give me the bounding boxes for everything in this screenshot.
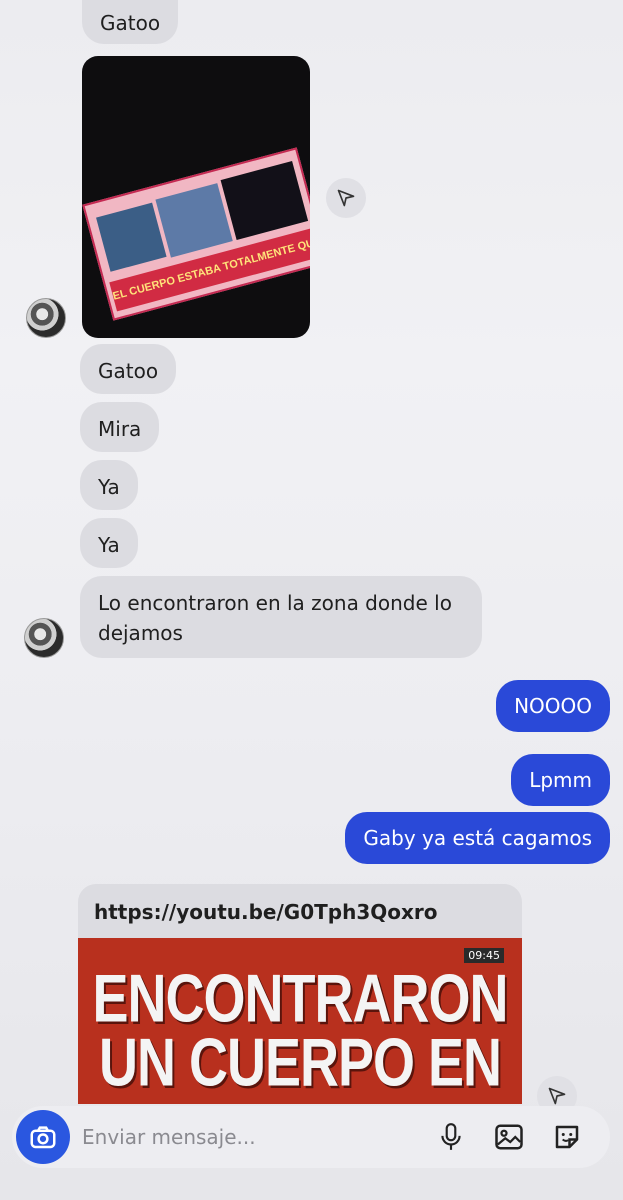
tv-screen-image: EL CUERPO ESTABA TOTALMENTE QUEMADO — [82, 147, 310, 321]
message-text: NOOOO — [514, 694, 592, 718]
message-bubble-outgoing[interactable]: Lpmm — [511, 754, 610, 806]
message-bubble-incoming[interactable]: Mira — [80, 402, 160, 452]
message-bubble-incoming[interactable]: Gatoo — [80, 344, 177, 394]
video-thumbnail[interactable]: 09:45 ENCONTRARON UN CUERPO EN — [78, 938, 522, 1104]
message-text: Gaby ya está cagamos — [363, 826, 592, 850]
camera-button[interactable] — [16, 1110, 70, 1164]
gallery-button[interactable] — [494, 1122, 524, 1152]
message-text: Mira — [98, 417, 142, 441]
message-bubble-incoming[interactable]: Gatoo — [82, 0, 179, 44]
message-input[interactable]: Enviar mensaje... — [82, 1125, 256, 1149]
chat-screen: Gatoo EL CUERPO ESTABA TOTALMENTE QUEMAD… — [0, 0, 623, 1200]
microphone-icon — [441, 1123, 461, 1150]
message-text: Lpmm — [529, 768, 592, 792]
message-bubble-incoming[interactable]: Lo encontraron en la zona donde lo dejam… — [80, 576, 482, 658]
message-text: Ya — [98, 533, 120, 557]
message-text: Gatoo — [98, 359, 159, 383]
share-photo-button[interactable] — [326, 178, 366, 218]
gallery-icon — [495, 1124, 523, 1150]
link-preview-card[interactable]: https://youtu.be/G0Tph3Qoxro 09:45 ENCON… — [78, 884, 522, 1104]
message-bubble-incoming[interactable]: Ya — [80, 460, 138, 510]
message-bubble-outgoing[interactable]: Gaby ya está cagamos — [345, 812, 610, 864]
sticker-button[interactable] — [552, 1122, 582, 1152]
voice-button[interactable] — [436, 1122, 466, 1152]
sender-avatar[interactable] — [24, 618, 64, 658]
message-composer: Enviar mensaje... — [12, 1106, 610, 1168]
send-share-icon — [337, 189, 355, 207]
message-text: Lo encontraron en la zona donde lo dejam… — [98, 591, 452, 645]
camera-icon — [30, 1126, 56, 1149]
sender-avatar[interactable] — [26, 298, 66, 338]
message-text: Gatoo — [100, 11, 161, 35]
message-bubble-incoming[interactable]: Ya — [80, 518, 138, 568]
photo-message[interactable]: EL CUERPO ESTABA TOTALMENTE QUEMADO — [82, 56, 310, 338]
sticker-icon — [555, 1125, 579, 1149]
thumbnail-headline: UN CUERPO EN — [98, 1025, 502, 1101]
send-share-icon — [548, 1087, 566, 1105]
link-url[interactable]: https://youtu.be/G0Tph3Qoxro — [94, 900, 437, 924]
message-text: Ya — [98, 475, 120, 499]
message-bubble-outgoing[interactable]: NOOOO — [496, 680, 610, 732]
